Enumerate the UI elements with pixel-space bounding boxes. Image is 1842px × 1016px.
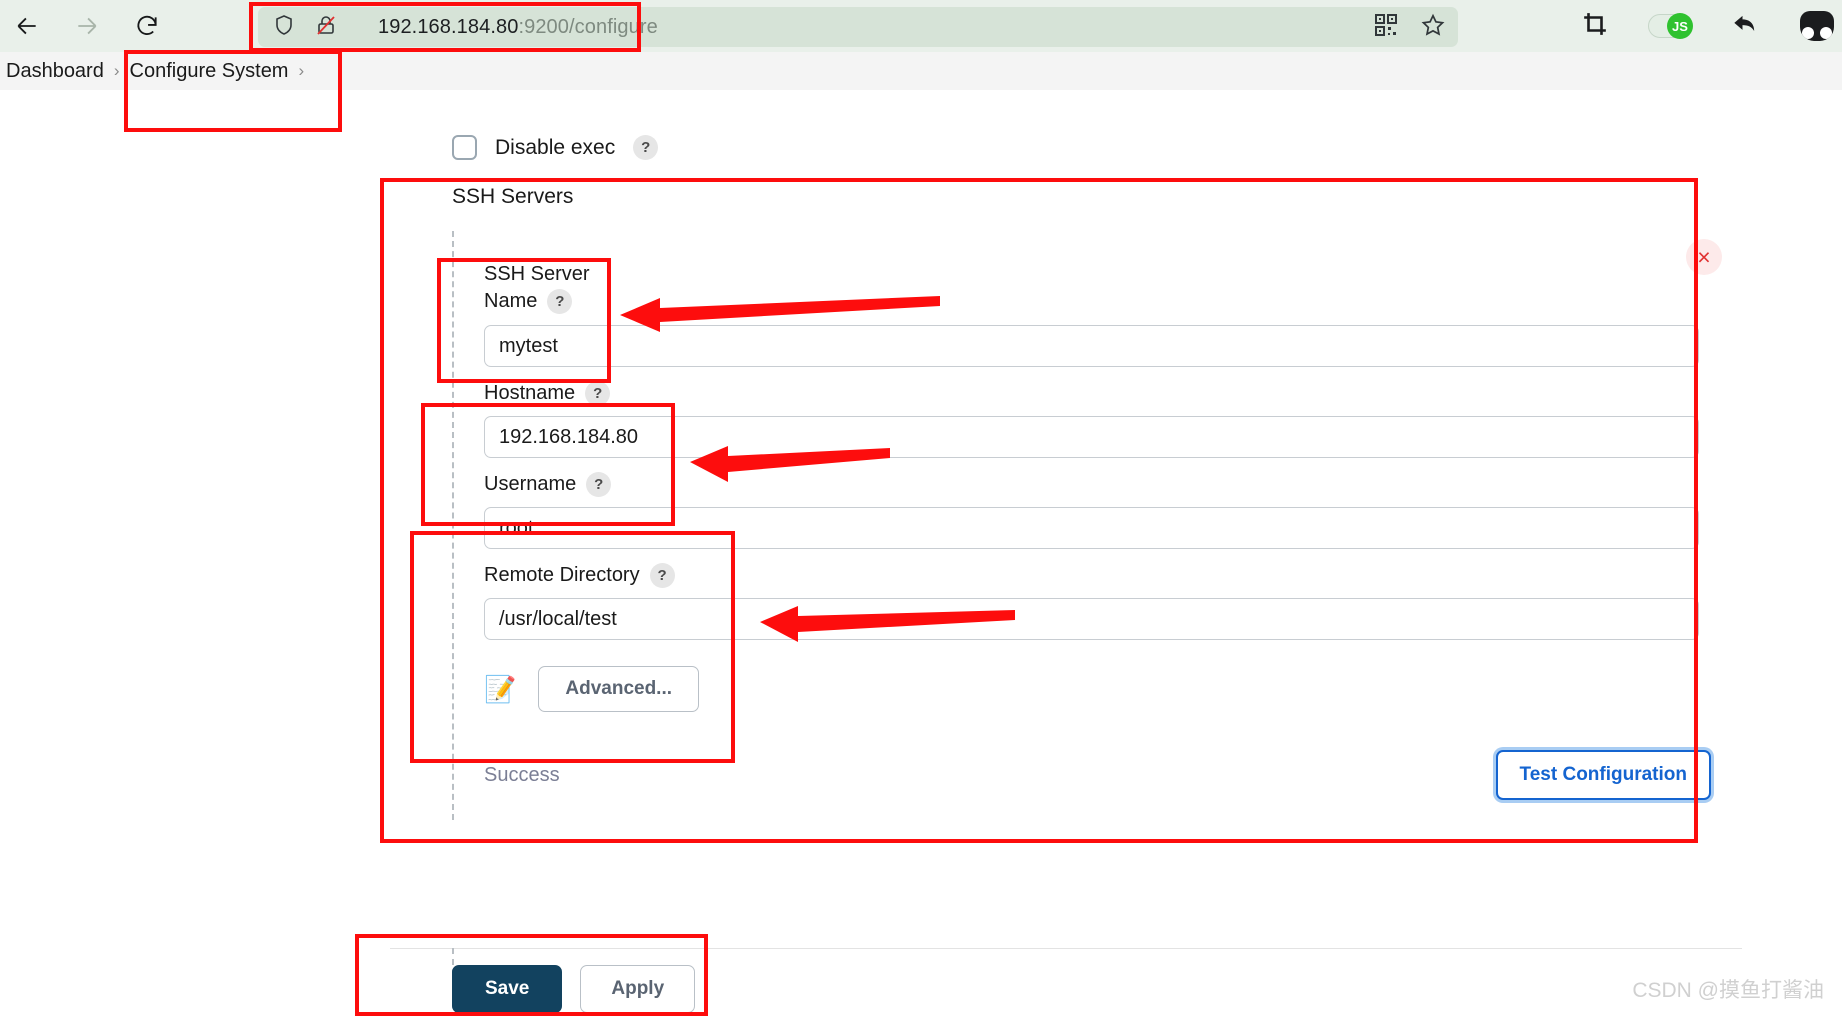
address-bar[interactable]: 192.168.184.80:9200/configure xyxy=(258,7,1458,47)
help-icon[interactable]: ? xyxy=(586,472,612,497)
help-icon[interactable]: ? xyxy=(633,135,659,160)
insecure-lock-icon[interactable] xyxy=(314,13,338,42)
browser-toolbar: 192.168.184.80:9200/configure JS xyxy=(0,0,1842,52)
ssh-server-name-input[interactable] xyxy=(484,325,1699,367)
field-remote-directory: Remote Directory? xyxy=(472,563,1740,640)
profile-avatar-icon[interactable] xyxy=(1800,11,1834,41)
apply-button[interactable]: Apply xyxy=(580,965,696,1013)
footer-divider xyxy=(390,948,1742,949)
disable-exec-checkbox[interactable] xyxy=(452,135,477,160)
navigation-buttons xyxy=(0,9,164,43)
form-footer-buttons: Save Apply xyxy=(452,965,696,1013)
site-identity: 192.168.184.80:9200/configure xyxy=(272,13,658,42)
test-configuration-button[interactable]: Test Configuration xyxy=(1495,750,1711,800)
star-bookmark-icon[interactable] xyxy=(1420,12,1446,43)
ssh-servers-title: SSH Servers xyxy=(452,185,574,208)
save-button[interactable]: Save xyxy=(452,965,563,1013)
advanced-button[interactable]: Advanced... xyxy=(538,666,700,712)
test-status-row: Success Test Configuration xyxy=(484,750,1711,800)
field-hostname: Hostname? xyxy=(472,381,1740,458)
reload-icon[interactable] xyxy=(130,9,164,43)
watermark: CSDN @摸鱼打酱油 xyxy=(1632,979,1824,1002)
ssh-servers-section: SSH Servers × SSH Server Name? Hostname?… xyxy=(390,185,1740,820)
breadcrumb-separator-2: › xyxy=(298,61,305,80)
browser-extension-toolbar: JS xyxy=(1582,0,1842,52)
advanced-row: 📝 Advanced... xyxy=(484,666,1740,712)
hostname-label: Hostname? xyxy=(484,381,1740,406)
undo-arrow-icon[interactable] xyxy=(1732,10,1760,43)
url-text: 192.168.184.80:9200/configure xyxy=(378,15,658,38)
forward-arrow-icon[interactable] xyxy=(70,9,104,43)
notepad-pencil-icon: 📝 xyxy=(484,673,517,704)
crop-screenshot-icon[interactable] xyxy=(1582,11,1608,42)
status-text: Success xyxy=(484,763,560,786)
javascript-toggle-label: JS xyxy=(1667,13,1693,39)
field-ssh-server-name: SSH Server Name? xyxy=(472,261,1740,367)
help-icon[interactable]: ? xyxy=(649,563,675,588)
remote-directory-input[interactable] xyxy=(484,598,1699,640)
breadcrumb: Dashboard › Configure System › xyxy=(0,52,1842,90)
qr-code-icon[interactable] xyxy=(1374,13,1398,42)
shield-icon[interactable] xyxy=(272,13,296,42)
back-arrow-icon[interactable] xyxy=(10,9,44,43)
javascript-toggle[interactable]: JS xyxy=(1648,13,1693,39)
ssh-server-name-label: SSH Server Name? xyxy=(484,261,594,315)
breadcrumb-item-configure-system[interactable]: Configure System xyxy=(120,60,299,83)
address-bar-actions xyxy=(1374,7,1446,47)
help-icon[interactable]: ? xyxy=(547,289,573,315)
remove-ssh-server-icon[interactable]: × xyxy=(1686,239,1722,275)
help-icon[interactable]: ? xyxy=(585,381,611,406)
username-label: Username? xyxy=(484,472,1740,497)
breadcrumb-item-dashboard[interactable]: Dashboard xyxy=(0,60,114,83)
disable-exec-row: Disable exec ? xyxy=(452,135,659,160)
remote-directory-label: Remote Directory? xyxy=(484,563,1740,588)
username-input[interactable] xyxy=(484,507,1699,549)
hostname-input[interactable] xyxy=(484,416,1699,458)
disable-exec-label: Disable exec xyxy=(495,135,616,159)
field-username: Username? xyxy=(472,472,1740,549)
ssh-server-entry: × SSH Server Name? Hostname? Username? R… xyxy=(452,231,1740,820)
